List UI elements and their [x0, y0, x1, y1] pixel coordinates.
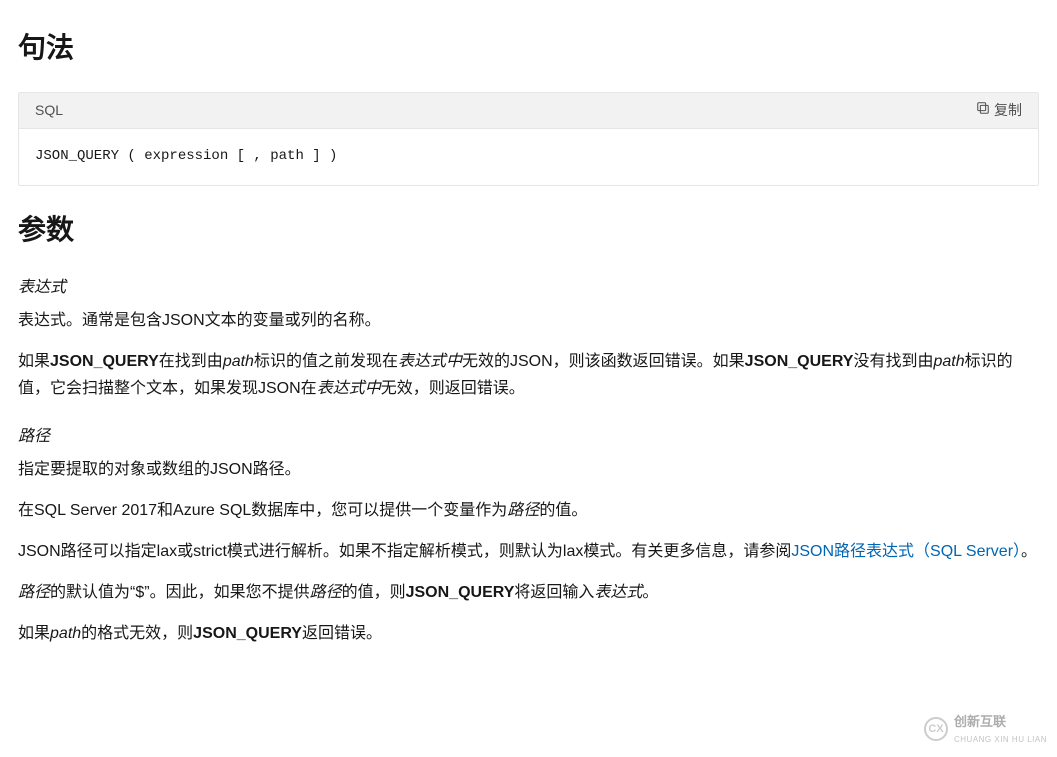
watermark-brand-zh: 创新互联 [954, 711, 1047, 733]
watermark: CX 创新互联 CHUANG XIN HU LIAN [924, 711, 1047, 747]
text: 在SQL Server 2017和Azure SQL数据库中，您可以提供一个变量… [18, 502, 507, 519]
path-italic: 路径 [310, 584, 342, 601]
watermark-brand-en: CHUANG XIN HU LIAN [954, 733, 1047, 747]
code-header: SQL 复制 [19, 93, 1038, 130]
expression-italic: 表达式 [594, 584, 642, 601]
param-path-label: 路径 [18, 423, 1039, 450]
text: 如果 [18, 353, 50, 370]
watermark-logo-icon: CX [924, 717, 948, 741]
syntax-heading: 句法 [18, 24, 1039, 72]
path-italic: path [223, 353, 254, 370]
text: 无效的JSON，则该函数返回错误。如果 [462, 353, 745, 370]
code-language-label: SQL [35, 99, 63, 123]
param-path-label-text: 路径 [18, 428, 50, 445]
text: 。 [1021, 543, 1037, 560]
text: 在找到由 [159, 353, 223, 370]
code-content: JSON_QUERY ( expression [ , path ] ) [19, 129, 1038, 185]
text: 的默认值为“$”。因此，如果您不提供 [50, 584, 310, 601]
json-query-bold: JSON_QUERY [193, 625, 302, 642]
param-path-variable-note: 在SQL Server 2017和Azure SQL数据库中，您可以提供一个变量… [18, 497, 1039, 524]
param-expression-label: 表达式 [18, 274, 1039, 301]
param-path-invalid-note: 如果path的格式无效，则JSON_QUERY返回错误。 [18, 620, 1039, 647]
path-italic: 路径 [507, 502, 539, 519]
json-query-bold: JSON_QUERY [745, 353, 854, 370]
param-expression-desc: 表达式。通常是包含JSON文本的变量或列的名称。 [18, 307, 1039, 334]
param-expression-label-text: 表达式 [18, 279, 66, 296]
text: 没有找到由 [853, 353, 933, 370]
text: 的值。 [539, 502, 587, 519]
copy-button[interactable]: 复制 [976, 99, 1022, 123]
code-block: SQL 复制 JSON_QUERY ( expression [ , path … [18, 92, 1039, 187]
text: 的格式无效，则 [81, 625, 193, 642]
param-path-desc: 指定要提取的对象或数组的JSON路径。 [18, 456, 1039, 483]
text: 。 [642, 584, 658, 601]
param-path-mode-note: JSON路径可以指定lax或strict模式进行解析。如果不指定解析模式，则默认… [18, 538, 1039, 565]
text: 将返回输入 [514, 584, 594, 601]
watermark-text: 创新互联 CHUANG XIN HU LIAN [954, 711, 1047, 747]
text: 返回错误。 [302, 625, 382, 642]
param-expression-note: 如果JSON_QUERY在找到由path标识的值之前发现在表达式中无效的JSON… [18, 348, 1039, 402]
text: 的值，则 [342, 584, 406, 601]
expression-italic: 表达式中 [317, 380, 381, 397]
path-italic: path [933, 353, 964, 370]
json-path-expressions-link[interactable]: JSON路径表达式（SQL Server） [791, 543, 1021, 560]
param-path-default-note: 路径的默认值为“$”。因此，如果您不提供路径的值，则JSON_QUERY将返回输… [18, 579, 1039, 606]
text: JSON路径可以指定lax或strict模式进行解析。如果不指定解析模式，则默认… [18, 543, 791, 560]
text: 无效，则返回错误。 [381, 380, 525, 397]
path-italic: 路径 [18, 584, 50, 601]
parameters-heading: 参数 [18, 206, 1039, 254]
text: 如果 [18, 625, 50, 642]
copy-label: 复制 [994, 99, 1022, 123]
expression-italic: 表达式中 [398, 353, 462, 370]
text: 标识的值之前发现在 [254, 353, 398, 370]
path-italic: path [50, 625, 81, 642]
json-query-bold: JSON_QUERY [406, 584, 515, 601]
copy-icon [976, 99, 990, 123]
json-query-bold: JSON_QUERY [50, 353, 159, 370]
